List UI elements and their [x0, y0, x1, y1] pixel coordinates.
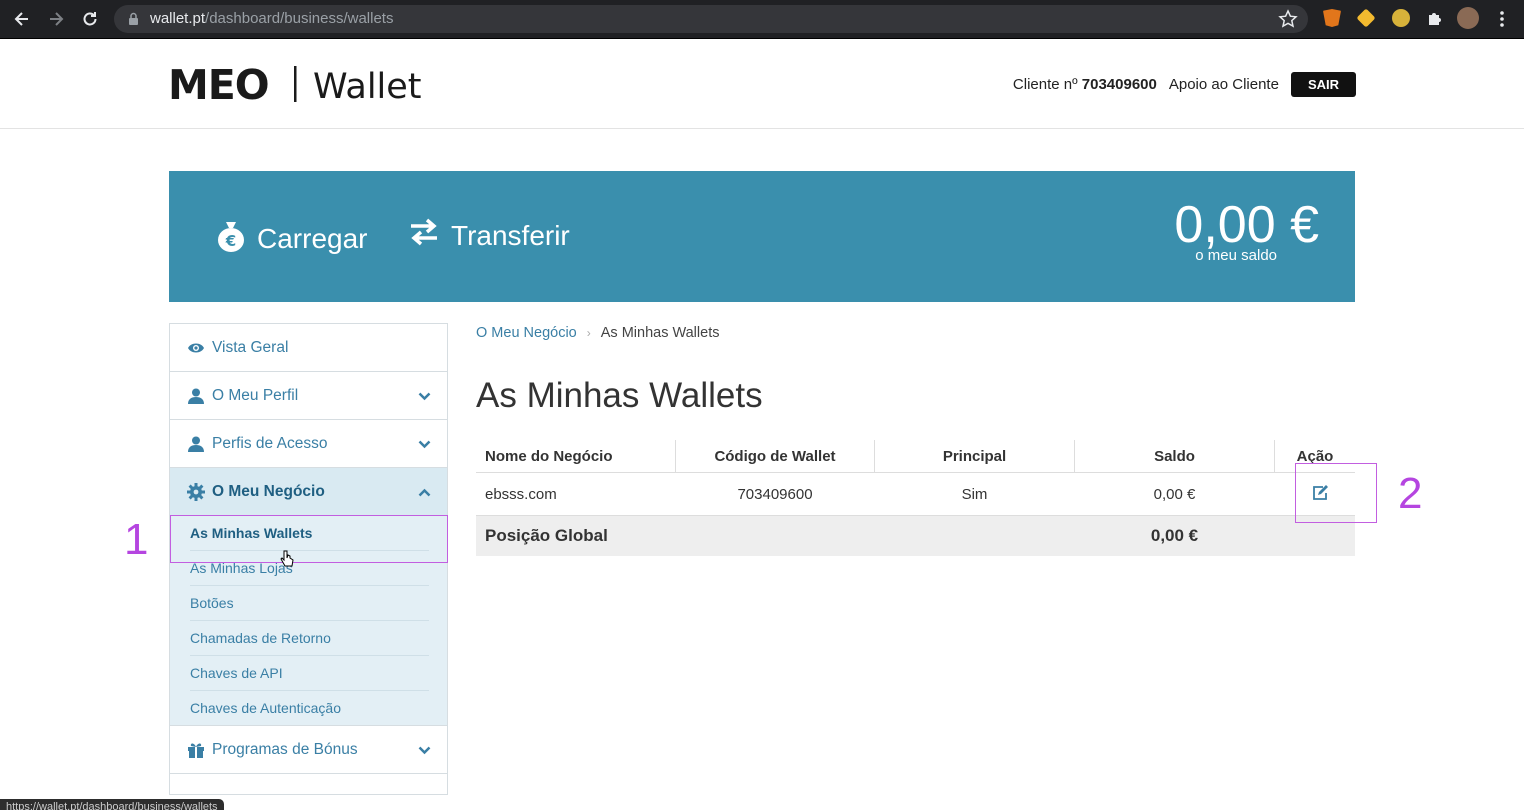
- sidebar-item-programas-de-bonus[interactable]: Programas de Bónus: [170, 726, 447, 774]
- cell-wallet-code: 703409600: [675, 472, 875, 516]
- gift-icon: [186, 742, 206, 758]
- back-icon[interactable]: [10, 7, 34, 31]
- svg-text:MEO: MEO: [168, 63, 269, 107]
- users-icon: [186, 436, 206, 452]
- logout-button[interactable]: SAIR: [1290, 72, 1356, 97]
- cell-business-name: ebsss.com: [476, 472, 676, 516]
- balance-value: 0,00 €: [1174, 196, 1319, 254]
- breadcrumb-separator-icon: ›: [586, 326, 591, 340]
- binance-extension-icon[interactable]: [1356, 8, 1376, 28]
- support-link[interactable]: Apoio ao Cliente: [1169, 76, 1279, 93]
- breadcrumb-link-business[interactable]: O Meu Negócio: [476, 325, 577, 341]
- bookmark-star-icon[interactable]: [1278, 9, 1298, 34]
- sidebar-item-perfis-de-acesso[interactable]: Perfis de Acesso: [170, 420, 447, 468]
- chevron-down-icon: [418, 388, 431, 406]
- column-header-principal: Principal: [874, 440, 1075, 473]
- total-label: Posição Global: [476, 515, 676, 556]
- table-row: ebsss.com 703409600 Sim 0,00 €: [476, 472, 1355, 516]
- load-button[interactable]: € Carregar: [217, 218, 367, 259]
- money-bag-icon: €: [217, 218, 245, 259]
- column-header-balance: Saldo: [1074, 440, 1275, 473]
- column-header-name: Nome do Negócio: [476, 440, 676, 473]
- annotation-number-1: 1: [124, 515, 149, 564]
- total-value: 0,00 €: [1074, 515, 1275, 556]
- column-header-code: Código de Wallet: [675, 440, 875, 473]
- sidebar-item-o-meu-negocio[interactable]: O Meu Negócio: [170, 468, 447, 516]
- cell-balance: 0,00 €: [1074, 472, 1275, 516]
- sidebar-item-o-meu-perfil[interactable]: O Meu Perfil: [170, 372, 447, 420]
- chevron-down-icon: [418, 742, 431, 760]
- annotation-number-2: 2: [1398, 469, 1423, 518]
- table-header-row: Nome do Negócio Código de Wallet Princip…: [476, 440, 1355, 473]
- user-icon: [186, 388, 206, 404]
- wallets-table: Nome do Negócio Código de Wallet Princip…: [476, 440, 1355, 556]
- hand-cursor-icon: [280, 550, 294, 573]
- url-text: wallet.pt/dashboard/business/wallets: [150, 10, 394, 27]
- balance-display: 0,00 € o meu saldo: [1174, 197, 1319, 264]
- sidebar-item-botoes[interactable]: Botões: [190, 586, 429, 621]
- status-bar-url: https://wallet.pt/dashboard/business/wal…: [0, 799, 224, 810]
- browser-toolbar: wallet.pt/dashboard/business/wallets: [0, 0, 1524, 39]
- page-title: As Minhas Wallets: [476, 376, 763, 415]
- lock-icon: [128, 12, 139, 30]
- client-number: Cliente nº 703409600: [1012, 76, 1157, 93]
- transfer-button[interactable]: Transferir: [409, 218, 570, 253]
- metamask-extension-icon[interactable]: [1323, 9, 1341, 27]
- puzzle-extensions-icon[interactable]: [1426, 9, 1444, 27]
- address-bar[interactable]: wallet.pt/dashboard/business/wallets: [114, 5, 1308, 33]
- sidebar-item-chaves-de-autenticacao[interactable]: Chaves de Autenticação: [190, 691, 429, 725]
- table-total-row: Posição Global 0,00 €: [476, 515, 1355, 556]
- balance-banner: € Carregar Transferir 0,00 € o meu saldo: [169, 171, 1355, 302]
- eye-icon: [186, 342, 206, 354]
- highlight-box-2: [1295, 463, 1377, 523]
- breadcrumb: O Meu Negócio › As Minhas Wallets: [476, 325, 719, 341]
- breadcrumb-current: As Minhas Wallets: [600, 325, 720, 341]
- meo-wallet-logo[interactable]: MEO Wallet: [168, 61, 448, 112]
- browser-menu-icon[interactable]: [1494, 9, 1510, 29]
- gear-icon: [186, 483, 206, 501]
- cell-principal: Sim: [874, 472, 1075, 516]
- reload-icon[interactable]: [78, 7, 102, 31]
- highlight-box-1: [170, 515, 448, 563]
- chevron-up-icon: [418, 484, 431, 502]
- transfer-arrows-icon: [409, 218, 439, 253]
- svg-text:€: €: [225, 232, 236, 250]
- profile-avatar[interactable]: [1457, 7, 1479, 29]
- wallet-extension-icon[interactable]: [1392, 9, 1410, 27]
- forward-icon[interactable]: [44, 7, 68, 31]
- sidebar-item-chamadas-de-retorno[interactable]: Chamadas de Retorno: [190, 621, 429, 656]
- sidebar-item-chaves-de-api[interactable]: Chaves de API: [190, 656, 429, 691]
- sidebar-item-vista-geral[interactable]: Vista Geral: [170, 324, 447, 372]
- site-header: MEO Wallet Cliente nº 703409600 Apoio ao…: [0, 39, 1524, 129]
- sidebar-item-more: [170, 774, 447, 794]
- chevron-down-icon: [418, 436, 431, 454]
- svg-text:Wallet: Wallet: [313, 67, 422, 107]
